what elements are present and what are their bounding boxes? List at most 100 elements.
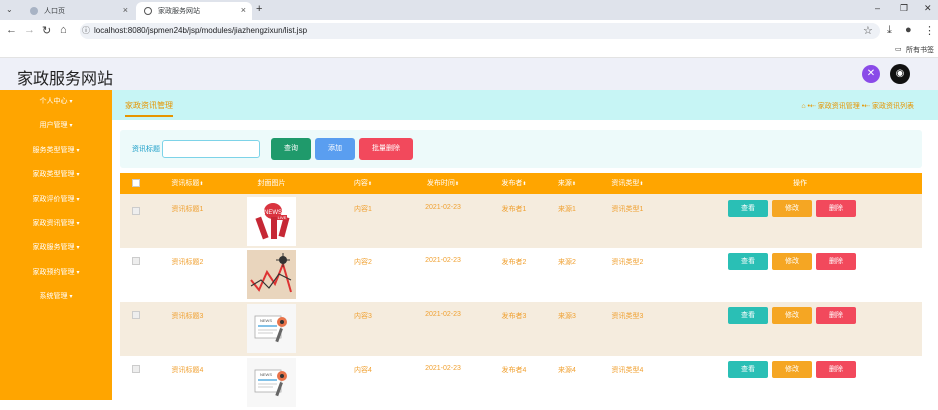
delete-button[interactable]: 删除 [816, 253, 856, 270]
edit-button[interactable]: 修改 [772, 200, 812, 217]
caret-down-icon: ▾ [69, 99, 73, 105]
cell-type: 资讯类型1 [611, 206, 644, 213]
cell-type: 资讯类型2 [611, 259, 644, 266]
query-button[interactable]: 查询 [271, 138, 311, 160]
caret-down-icon: ▾ [76, 197, 80, 203]
header-title[interactable]: 资讯标题⬍ [165, 173, 210, 195]
table-row: 资讯标题4 NEWS 内容4 2021-02-23 发布者4 来源4 资讯类型4… [120, 356, 922, 410]
caret-down-icon: ▾ [76, 221, 80, 227]
search-input[interactable] [162, 140, 260, 158]
row-checkbox[interactable] [132, 311, 140, 319]
reload-icon[interactable]: ↻ [42, 24, 51, 37]
cover-image: NEWS LIVE [247, 197, 296, 246]
header-label: 来源 [557, 180, 572, 187]
cell-source: 来源2 [558, 259, 576, 266]
microphone-live-icon: NEWS LIVE [247, 197, 296, 246]
newspaper-icon: NEWS [247, 304, 296, 353]
back-icon[interactable]: ← [6, 24, 17, 36]
caret-down-icon: ▾ [76, 245, 80, 251]
cell-author: 发布者3 [501, 313, 527, 320]
header-time[interactable]: 发布时间⬍ [418, 173, 468, 195]
view-button[interactable]: 查看 [728, 253, 768, 270]
sidebar-item-label: 家政类型管理 [32, 171, 75, 178]
header-author[interactable]: 发布者⬍ [494, 173, 534, 195]
cell-content: 内容4 [354, 367, 372, 374]
bookmark-star-icon[interactable]: ☆ [863, 24, 873, 37]
cell-title: 资讯标题2 [171, 259, 204, 266]
folder-icon: ▭ [895, 46, 902, 53]
sidebar-item-services[interactable]: 家政服务管理 ▾ [0, 236, 112, 260]
svg-text:LIVE: LIVE [278, 215, 287, 220]
sort-icon: ⬍ [454, 181, 460, 187]
cell-content: 内容3 [354, 313, 372, 320]
cell-source: 来源4 [558, 367, 576, 374]
table-header: 资讯标题⬍ 封面图片 内容⬍ 发布时间⬍ 发布者⬍ 来源⬍ 资讯类型⬍ 操作 [120, 173, 922, 194]
tab-active[interactable]: 家政服务网站 × [136, 2, 252, 20]
delete-button[interactable]: 删除 [816, 307, 856, 324]
add-button[interactable]: 添加 [315, 138, 355, 160]
row-checkbox[interactable] [132, 257, 140, 265]
caret-down-icon: ▾ [76, 270, 80, 276]
forward-icon[interactable]: → [24, 24, 35, 36]
delete-button[interactable]: 删除 [816, 200, 856, 217]
cell-time: 2021-02-23 [425, 365, 461, 372]
tab-list-icon[interactable]: ⌄ [6, 5, 13, 14]
sidebar-item-service-type[interactable]: 服务类型管理 ▾ [0, 139, 112, 163]
profile-icon[interactable]: ● [905, 24, 912, 36]
all-bookmarks-link[interactable]: 所有书签 [906, 45, 934, 55]
cell-author: 发布者1 [501, 206, 527, 213]
edit-button[interactable]: 修改 [772, 307, 812, 324]
sidebar-item-label: 家政预约管理 [32, 269, 75, 276]
sidebar-item-label: 系统管理 [39, 293, 68, 300]
edit-button[interactable]: 修改 [772, 361, 812, 378]
theme-toggle-icon[interactable]: ✕ [862, 65, 880, 83]
header-content[interactable]: 内容⬍ [348, 173, 378, 195]
row-checkbox[interactable] [132, 207, 140, 215]
cell-author: 发布者4 [501, 367, 527, 374]
select-all-checkbox[interactable] [132, 179, 140, 187]
row-checkbox[interactable] [132, 365, 140, 373]
minimize-icon[interactable]: – [875, 3, 880, 13]
svg-text:NEWS: NEWS [260, 318, 272, 323]
cell-time: 2021-02-23 [425, 204, 461, 211]
sidebar-item-reviews[interactable]: 家政评价管理 ▾ [0, 188, 112, 212]
home-icon[interactable]: ⌂ [801, 103, 805, 110]
view-button[interactable]: 查看 [728, 200, 768, 217]
user-avatar-icon[interactable]: ◉ [890, 64, 910, 84]
url-text: localhost:8080/jspmen24b/jsp/modules/jia… [94, 26, 308, 35]
caret-down-icon: ▾ [69, 123, 73, 129]
menu-icon[interactable]: ⋮ [924, 24, 935, 37]
window-close-icon[interactable]: ✕ [924, 3, 932, 14]
close-icon[interactable]: × [123, 5, 128, 15]
sidebar-item-bookings[interactable]: 家政预约管理 ▾ [0, 261, 112, 285]
header-type[interactable]: 资讯类型⬍ [605, 173, 650, 195]
sidebar-item-system[interactable]: 系统管理 ▾ [0, 285, 112, 309]
header-image: 封面图片 [257, 180, 286, 187]
sidebar-item-users[interactable]: 用户管理 ▾ [0, 114, 112, 138]
svg-text:NEWS: NEWS [260, 372, 272, 377]
batch-delete-button[interactable]: 批量删除 [359, 138, 413, 160]
site-info-icon[interactable]: ⓘ [82, 23, 90, 39]
sidebar-item-news[interactable]: 家政资讯管理 ▾ [0, 212, 112, 236]
maximize-icon[interactable]: ❐ [900, 3, 908, 14]
delete-button[interactable]: 删除 [816, 361, 856, 378]
view-button[interactable]: 查看 [728, 307, 768, 324]
url-field[interactable]: ⓘ localhost:8080/jspmen24b/jsp/modules/j… [80, 23, 880, 39]
sidebar-item-personal-center[interactable]: 个人中心 ▾ [0, 90, 112, 114]
header-label: 资讯类型 [611, 180, 640, 187]
view-button[interactable]: 查看 [728, 361, 768, 378]
new-tab-icon[interactable]: + [256, 3, 262, 15]
sort-icon: ⬍ [639, 181, 644, 187]
download-icon[interactable]: ⤓ [887, 24, 892, 37]
breadcrumb-item[interactable]: 家政资讯管理 [818, 103, 860, 110]
close-icon[interactable]: × [241, 5, 246, 15]
header-source[interactable]: 来源⬍ [552, 173, 582, 195]
tab-inactive[interactable]: 人口页 × [22, 2, 134, 20]
cell-title: 资讯标题4 [171, 367, 204, 374]
sort-icon: ⬍ [571, 181, 577, 187]
home-icon[interactable]: ⌂ [60, 24, 67, 36]
edit-button[interactable]: 修改 [772, 253, 812, 270]
sidebar-item-housekeeping-type[interactable]: 家政类型管理 ▾ [0, 163, 112, 187]
caret-down-icon: ▾ [69, 294, 73, 300]
sidebar-item-label: 家政服务管理 [32, 244, 75, 251]
